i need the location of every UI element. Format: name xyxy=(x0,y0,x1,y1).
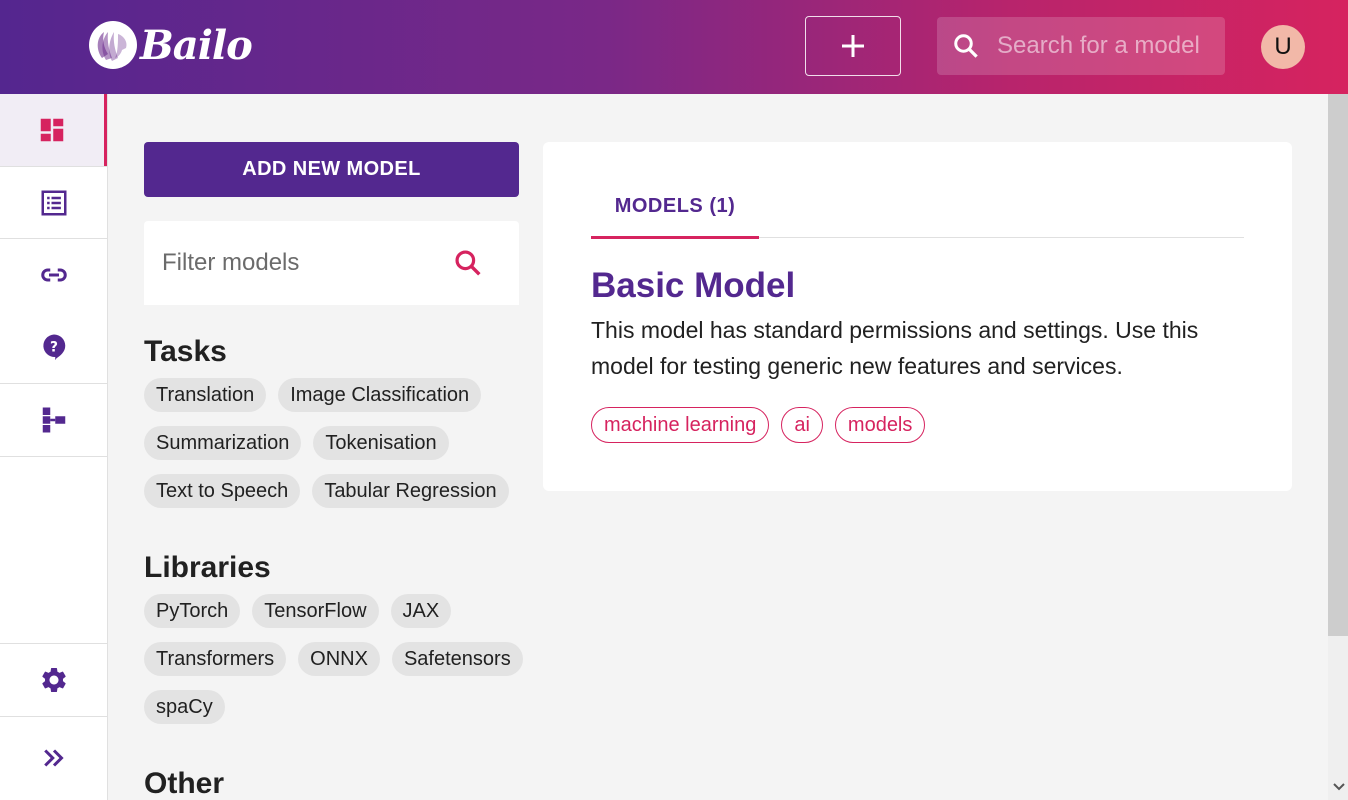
library-chip[interactable]: TensorFlow xyxy=(252,594,379,628)
models-tabs: MODELS (1) xyxy=(591,180,1244,239)
nav-settings[interactable] xyxy=(0,644,107,716)
model-description: This model has standard permissions and … xyxy=(591,317,1199,379)
header-search-input[interactable] xyxy=(997,32,1217,60)
library-chip[interactable]: Transformers xyxy=(144,642,287,676)
logo-text: Bailo xyxy=(140,21,253,69)
libraries-chip-list: PyTorch TensorFlow JAX Transformers ONNX… xyxy=(144,594,524,724)
plus-icon xyxy=(842,35,864,57)
nav-expand-toggle[interactable] xyxy=(0,722,107,794)
schema-icon xyxy=(42,407,65,433)
task-chip[interactable]: Translation xyxy=(144,378,267,412)
filter-models-field[interactable] xyxy=(144,221,519,305)
other-heading: Other xyxy=(144,767,225,800)
nav-schema[interactable] xyxy=(0,384,107,456)
task-chip[interactable]: Summarization xyxy=(144,426,302,460)
add-new-model-button[interactable]: ADD NEW MODEL xyxy=(144,142,519,197)
user-avatar[interactable]: U xyxy=(1261,25,1305,69)
page-scrollbar-thumb[interactable] xyxy=(1328,94,1348,636)
library-chip[interactable]: JAX xyxy=(390,594,452,628)
model-tag[interactable]: models xyxy=(834,407,926,443)
svg-text:?: ? xyxy=(50,339,58,355)
nav-divider xyxy=(0,456,107,457)
header-search[interactable] xyxy=(937,17,1225,75)
dashboard-icon xyxy=(40,118,64,142)
nav-model-list[interactable] xyxy=(0,167,107,239)
model-tags: machine learning ai models xyxy=(591,407,926,443)
model-tag[interactable]: ai xyxy=(781,407,823,443)
top-app-bar: Bailo U xyxy=(0,0,1348,94)
libraries-heading: Libraries xyxy=(144,551,271,584)
scroll-down-arrow-icon[interactable] xyxy=(1332,780,1346,794)
help-icon: ? xyxy=(42,334,65,361)
models-card: MODELS (1) Basic Model This model has st… xyxy=(543,142,1292,491)
nav-links[interactable] xyxy=(0,239,107,311)
search-icon xyxy=(954,34,978,58)
gear-icon xyxy=(41,668,66,692)
nav-help[interactable]: ? xyxy=(0,311,107,383)
filter-models-input[interactable] xyxy=(162,245,442,281)
list-icon xyxy=(41,190,66,216)
library-chip[interactable]: PyTorch xyxy=(144,594,241,628)
create-button[interactable] xyxy=(805,16,901,76)
library-chip[interactable]: spaCy xyxy=(144,690,225,724)
model-title-link[interactable]: Basic Model xyxy=(591,266,795,306)
side-navigation: ? xyxy=(0,94,108,800)
tab-models[interactable]: MODELS (1) xyxy=(591,180,759,239)
search-icon[interactable] xyxy=(452,247,484,279)
link-icon xyxy=(40,268,67,282)
nav-dashboard[interactable] xyxy=(0,94,107,166)
task-chip[interactable]: Text to Speech xyxy=(144,474,301,508)
bailo-logo[interactable]: Bailo xyxy=(88,20,253,70)
tasks-heading: Tasks xyxy=(144,335,227,368)
library-chip[interactable]: ONNX xyxy=(298,642,380,676)
task-chip[interactable]: Tabular Regression xyxy=(312,474,509,508)
tasks-chip-list: Translation Image Classification Summari… xyxy=(144,378,524,508)
lion-logo-icon xyxy=(89,21,137,69)
model-tag[interactable]: machine learning xyxy=(591,407,770,443)
task-chip[interactable]: Tokenisation xyxy=(313,426,449,460)
nav-divider xyxy=(0,716,107,717)
library-chip[interactable]: Safetensors xyxy=(391,642,523,676)
double-chevron-right-icon xyxy=(43,749,64,767)
task-chip[interactable]: Image Classification xyxy=(278,378,482,412)
